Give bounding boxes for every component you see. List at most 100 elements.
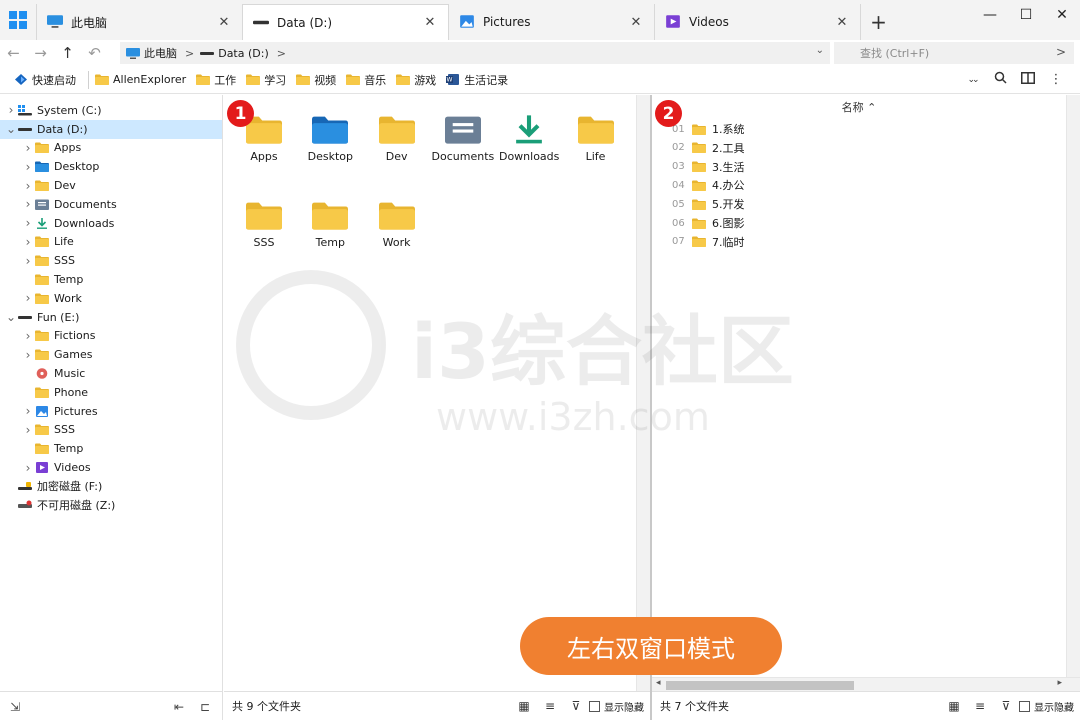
- tree-item[interactable]: › Games: [0, 345, 222, 364]
- close-window-button[interactable]: ✕: [1044, 0, 1080, 30]
- tab-2[interactable]: Data (D:) ✕: [242, 4, 448, 40]
- tree-item[interactable]: › Pictures: [0, 402, 222, 421]
- tree-item[interactable]: Phone: [0, 383, 222, 402]
- folder-tile[interactable]: Desktop: [298, 115, 362, 163]
- tree-item[interactable]: › Work: [0, 289, 222, 308]
- breadcrumb-item[interactable]: 此电脑 >: [126, 45, 194, 61]
- sort-icon[interactable]: ≡: [967, 699, 993, 713]
- chevron-right-icon[interactable]: ›: [21, 423, 35, 437]
- tab-1[interactable]: 此电脑 ✕: [36, 4, 242, 40]
- list-item[interactable]: 04 4.办公: [652, 176, 745, 194]
- outdent-icon[interactable]: ⇤: [174, 700, 184, 714]
- folder-tile[interactable]: Life: [564, 115, 628, 163]
- breadcrumb-separator[interactable]: >: [185, 47, 194, 60]
- tree-item[interactable]: › Downloads: [0, 214, 222, 233]
- filter-icon[interactable]: ⊽: [993, 699, 1019, 713]
- bookmark-item[interactable]: 快速启动: [14, 72, 76, 88]
- folder-tile[interactable]: Dev: [365, 115, 429, 163]
- bookmark-item[interactable]: 工作: [196, 72, 236, 88]
- chevron-right-icon[interactable]: ›: [21, 329, 35, 343]
- tree-item[interactable]: › SSS: [0, 251, 222, 270]
- show-hidden-checkbox[interactable]: [1019, 700, 1030, 712]
- scroll-right-icon[interactable]: ▸: [1057, 678, 1062, 688]
- search-icon[interactable]: [986, 71, 1014, 88]
- sort-icon[interactable]: ≡: [537, 699, 563, 713]
- search-input[interactable]: 查找 (Ctrl+F) >: [834, 42, 1074, 64]
- forward-button[interactable]: →: [27, 44, 54, 62]
- hscroll-thumb[interactable]: [666, 681, 854, 690]
- close-tab-icon[interactable]: ✕: [216, 15, 232, 30]
- bookmark-item[interactable]: 音乐: [346, 72, 386, 88]
- list-item[interactable]: 07 7.临时: [652, 233, 745, 251]
- maximize-button[interactable]: ☐: [1008, 0, 1044, 30]
- show-hidden-checkbox[interactable]: [589, 700, 600, 712]
- bookmark-item[interactable]: AllenExplorer: [95, 73, 186, 86]
- chevron-right-icon[interactable]: ›: [21, 197, 35, 211]
- bookmark-item[interactable]: 视频: [296, 72, 336, 88]
- chevron-right-icon[interactable]: ›: [21, 254, 35, 268]
- chevron-right-icon[interactable]: ›: [21, 179, 35, 193]
- tree-item[interactable]: › Videos: [0, 458, 222, 477]
- close-tab-icon[interactable]: ✕: [628, 15, 644, 30]
- tab-4[interactable]: Videos ✕: [654, 4, 860, 40]
- up-button[interactable]: ↑: [54, 44, 81, 62]
- close-tab-icon[interactable]: ✕: [834, 15, 850, 30]
- folder-tile[interactable]: Documents: [431, 115, 495, 163]
- expand-icon[interactable]: ⌄⌄: [958, 75, 986, 85]
- view-mode-icon[interactable]: ▦: [941, 699, 967, 713]
- right-pane-scrollbar[interactable]: [1066, 95, 1080, 677]
- tree-item[interactable]: 加密磁盘 (F:): [0, 477, 222, 496]
- bookmark-item[interactable]: 游戏: [396, 72, 436, 88]
- tree-item[interactable]: › Desktop: [0, 157, 222, 176]
- chevron-right-icon[interactable]: ›: [4, 103, 18, 117]
- tree-item[interactable]: › Life: [0, 233, 222, 252]
- chevron-right-icon[interactable]: ›: [21, 216, 35, 230]
- list-item[interactable]: 06 6.图影: [652, 214, 745, 232]
- tree-item[interactable]: › Documents: [0, 195, 222, 214]
- folder-tile[interactable]: Temp: [298, 201, 362, 249]
- chevron-right-icon[interactable]: ›: [21, 235, 35, 249]
- view-mode-icon[interactable]: ▦: [511, 699, 537, 713]
- tree-item[interactable]: › System (C:): [0, 101, 222, 120]
- address-dropdown-icon[interactable]: ⌄: [816, 45, 824, 56]
- list-item[interactable]: 05 5.开发: [652, 195, 745, 213]
- collapse-all-icon[interactable]: ⇲: [10, 700, 20, 714]
- back-button[interactable]: ←: [0, 44, 27, 62]
- folder-tile[interactable]: Work: [365, 201, 429, 249]
- undo-button[interactable]: ↶: [81, 44, 108, 62]
- search-go-icon[interactable]: >: [1056, 45, 1066, 59]
- tree-item[interactable]: Temp: [0, 439, 222, 458]
- list-item[interactable]: 02 2.工具: [652, 139, 745, 157]
- tree-item[interactable]: ⌄ Data (D:): [0, 119, 222, 139]
- chevron-right-icon[interactable]: ›: [21, 160, 35, 174]
- chevron-down-icon[interactable]: ⌄: [4, 122, 18, 136]
- tree-item[interactable]: Temp: [0, 270, 222, 289]
- bookmark-item[interactable]: 学习: [246, 72, 286, 88]
- list-item[interactable]: 03 3.生活: [652, 158, 745, 176]
- tree-item[interactable]: Music: [0, 364, 222, 383]
- folder-tile[interactable]: SSS: [232, 201, 296, 249]
- folder-tile[interactable]: Downloads: [497, 115, 561, 163]
- chevron-right-icon[interactable]: ›: [21, 141, 35, 155]
- breadcrumb-separator[interactable]: >: [277, 47, 286, 60]
- name-column-header[interactable]: 名称 ⌃: [652, 99, 1066, 115]
- tree-item[interactable]: ⌄ Fun (E:): [0, 308, 222, 327]
- left-pane-scrollbar[interactable]: [636, 95, 650, 691]
- minimize-button[interactable]: —: [972, 0, 1008, 30]
- breadcrumb-item[interactable]: Data (D:) >: [200, 47, 286, 60]
- bookmark-item[interactable]: W 生活记录: [446, 72, 508, 88]
- tree-item[interactable]: › SSS: [0, 421, 222, 440]
- filter-icon[interactable]: ⊽: [563, 699, 589, 713]
- chevron-down-icon[interactable]: ⌄: [4, 310, 18, 324]
- tree-item[interactable]: › Apps: [0, 139, 222, 158]
- tree-view-icon[interactable]: ⊏: [200, 700, 210, 714]
- dual-pane-icon[interactable]: [1014, 71, 1042, 88]
- chevron-right-icon[interactable]: ›: [21, 348, 35, 362]
- scroll-left-icon[interactable]: ◂: [656, 678, 661, 688]
- tree-item[interactable]: 不可用磁盘 (Z:): [0, 496, 222, 515]
- tree-item[interactable]: › Dev: [0, 176, 222, 195]
- right-pane-hscrollbar[interactable]: ◂ ▸: [652, 677, 1080, 691]
- address-input[interactable]: 此电脑 > Data (D:) > ⌄: [120, 42, 830, 64]
- tree-item[interactable]: › Fictions: [0, 327, 222, 346]
- close-tab-icon[interactable]: ✕: [422, 15, 438, 30]
